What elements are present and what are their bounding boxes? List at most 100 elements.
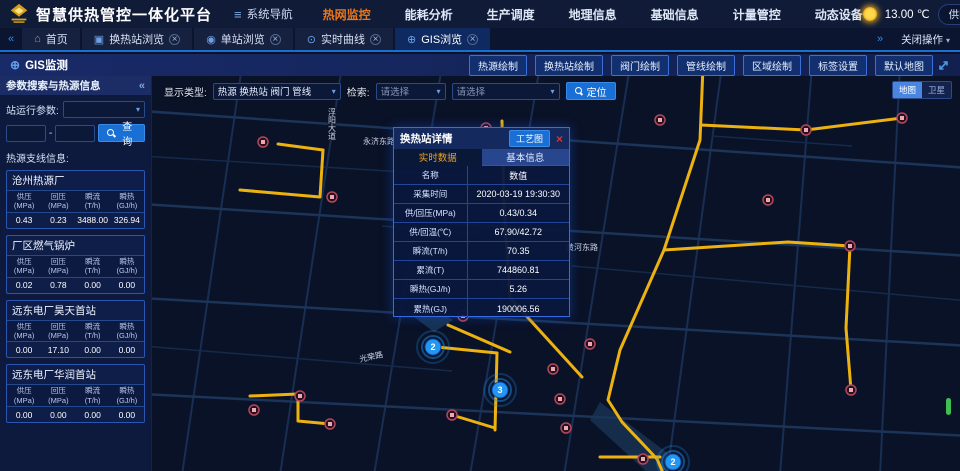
dialog-row-value: 数值 — [468, 166, 570, 184]
system-nav-label: 系统导航 — [247, 6, 293, 22]
draw-button-默认地图[interactable]: 默认地图 — [875, 55, 933, 76]
col-header: 瞬热 (GJ/h) — [110, 384, 144, 407]
search-select-2-placeholder: 请选择 — [457, 84, 486, 98]
tab-首页[interactable]: ⌂首页 — [22, 28, 80, 50]
search-icon — [107, 129, 114, 137]
menu-item-热网监控[interactable]: 热网监控 — [323, 6, 371, 23]
dialog-row: 累流(T)744860.81 — [394, 261, 569, 280]
station-marker[interactable] — [258, 137, 268, 147]
station-marker[interactable] — [845, 241, 855, 251]
menu-item-计量管控[interactable]: 计量管控 — [733, 6, 781, 23]
dialog-tab-实时数据[interactable]: 实时数据 — [394, 149, 482, 166]
menu-item-生产调度[interactable]: 生产调度 — [487, 6, 535, 23]
tab-GIS浏览[interactable]: ⊕GIS浏览× — [395, 28, 490, 50]
station-marker[interactable] — [655, 115, 665, 125]
road — [572, 266, 960, 301]
sidebar-title: 参数搜索与热源信息 — [6, 78, 101, 93]
metric-value: 0.43 — [7, 213, 41, 228]
station-marker[interactable] — [447, 410, 457, 420]
close-operations-dropdown[interactable]: 关闭操作 ▾ — [901, 32, 950, 47]
menu-item-动态设备[interactable]: 动态设备 — [815, 6, 863, 23]
metric-value: 0.78 — [41, 278, 75, 293]
col-header: 瞬热 (GJ/h) — [110, 320, 144, 343]
col-header: 供压 (MPa) — [7, 384, 41, 407]
station-marker[interactable] — [801, 125, 811, 135]
station-marker[interactable] — [897, 113, 907, 123]
heat-source-table: 供压 (MPa)回压 (MPa)瞬流 (T/h)瞬热 (GJ/h)0.020.7… — [7, 255, 144, 293]
search-select-1[interactable]: 请选择 ▾ — [376, 83, 446, 100]
basemap-卫星[interactable]: 卫星 — [922, 82, 951, 98]
dialog-data-table: 名称数值采集时间2020-03-19 19:30:30供/回压(MPa)0.43… — [394, 166, 569, 318]
cluster-marker[interactable]: 3 — [484, 374, 516, 406]
tab-close-icon[interactable]: × — [467, 34, 478, 45]
locate-button[interactable]: 定位 — [566, 82, 616, 100]
dialog-row-value: 5.26 — [468, 280, 570, 298]
range-min-input[interactable] — [6, 125, 46, 142]
station-marker[interactable] — [561, 423, 571, 433]
station-param-select[interactable]: ▾ — [63, 101, 145, 118]
dialog-row-value: 744860.81 — [468, 261, 570, 279]
dialog-row-label: 累热(GJ) — [394, 299, 468, 318]
heat-source-card: 厂区燃气锅炉供压 (MPa)回压 (MPa)瞬流 (T/h)瞬热 (GJ/h)0… — [6, 235, 145, 294]
draw-button-管线绘制[interactable]: 管线绘制 — [677, 55, 735, 76]
road — [712, 136, 852, 146]
tab-换热站浏览[interactable]: ▣换热站浏览× — [82, 28, 192, 50]
tab-close-icon[interactable]: × — [169, 34, 180, 45]
display-type-label: 显示类型: — [164, 84, 207, 99]
tabs-scroll-right-icon[interactable]: » — [869, 33, 891, 45]
draw-button-热源绘制[interactable]: 热源绘制 — [469, 55, 527, 76]
system-nav-button[interactable]: ≡ 系统导航 — [234, 6, 293, 22]
locate-search-icon — [575, 87, 583, 95]
search-select-2[interactable]: 请选择 ▾ — [452, 83, 560, 100]
tab-label: 首页 — [46, 31, 68, 47]
brand-logo-icon — [8, 3, 30, 25]
col-header: 供压 (MPa) — [7, 320, 41, 343]
tab-实时曲线[interactable]: ⊙实时曲线× — [295, 28, 393, 50]
draw-button-区域绘制[interactable]: 区域绘制 — [743, 55, 801, 76]
station-marker[interactable] — [638, 454, 648, 464]
cluster-marker[interactable]: 2 — [417, 331, 449, 363]
heat-source-table: 供压 (MPa)回压 (MPa)瞬流 (T/h)瞬热 (GJ/h)0.430.2… — [7, 190, 144, 228]
map-zoom-indicator[interactable] — [946, 398, 951, 415]
open-tabs: ⌂首页▣换热站浏览×◉单站浏览×⊙实时曲线×⊕GIS浏览× — [22, 28, 490, 50]
station-marker[interactable] — [846, 385, 856, 395]
cluster-count: 2 — [430, 342, 435, 352]
station-marker[interactable] — [763, 195, 773, 205]
draw-button-阀门绘制[interactable]: 阀门绘制 — [611, 55, 669, 76]
tab-bar: « ⌂首页▣换热站浏览×◉单站浏览×⊙实时曲线×⊕GIS浏览× » 关闭操作 ▾ — [0, 28, 960, 52]
draw-button-换热站绘制[interactable]: 换热站绘制 — [535, 55, 603, 76]
dialog-close-icon[interactable]: × — [556, 133, 563, 145]
draw-button-标签设置[interactable]: 标签设置 — [809, 55, 867, 76]
station-marker[interactable] — [585, 339, 595, 349]
station-marker[interactable] — [295, 391, 305, 401]
dialog-tab-基本信息[interactable]: 基本信息 — [482, 149, 570, 166]
tab-close-icon[interactable]: × — [370, 34, 381, 45]
heating-prefix: 供暖第 — [949, 7, 960, 22]
station-marker[interactable] — [249, 405, 259, 415]
tab-close-icon[interactable]: × — [270, 34, 281, 45]
grid-icon: ▣ — [94, 33, 104, 46]
display-type-select[interactable]: 热源 换热站 阀门 管线 ▾ — [213, 83, 341, 100]
station-param-label: 站运行参数: — [6, 102, 59, 117]
process-diagram-button[interactable]: 工艺图 — [509, 130, 550, 147]
menu-item-基础信息[interactable]: 基础信息 — [651, 6, 699, 23]
expand-diagonal-icon[interactable] — [937, 59, 950, 72]
tabs-scroll-left-icon[interactable]: « — [0, 28, 22, 50]
street-label: 永济东路 — [363, 136, 395, 146]
tab-单站浏览[interactable]: ◉单站浏览× — [194, 28, 293, 50]
range-max-input[interactable] — [55, 125, 95, 142]
heat-source-name: 沧州热源厂 — [7, 171, 144, 190]
gis-map[interactable]: 浮阳大道永济东路黄河东路光荣路232 显示类型: 热源 换热站 阀门 管线 ▾ … — [152, 76, 960, 471]
station-marker[interactable] — [327, 192, 337, 202]
close-operations-label: 关闭操作 — [901, 34, 943, 46]
basemap-地图[interactable]: 地图 — [893, 82, 922, 98]
station-marker[interactable] — [325, 419, 335, 429]
menu-item-能耗分析[interactable]: 能耗分析 — [405, 6, 453, 23]
station-marker[interactable] — [555, 394, 565, 404]
col-header: 回压 (MPa) — [41, 255, 75, 278]
station-marker[interactable] — [548, 364, 558, 374]
search-button[interactable]: 查询 — [98, 124, 145, 142]
menu-item-地理信息[interactable]: 地理信息 — [569, 6, 617, 23]
search-button-label: 查询 — [118, 118, 136, 148]
sidebar-collapse-icon[interactable]: « — [139, 80, 145, 92]
